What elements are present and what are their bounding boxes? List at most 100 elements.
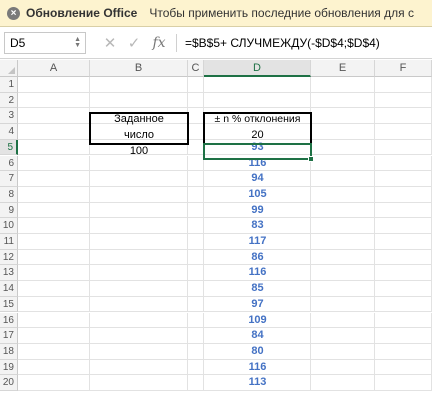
- row-header-10[interactable]: 10: [0, 218, 18, 234]
- grid-cell[interactable]: [311, 375, 375, 391]
- result-cell-d17[interactable]: 84: [204, 328, 311, 344]
- grid-cell[interactable]: [90, 343, 188, 360]
- grid-cell[interactable]: [311, 296, 375, 313]
- row-header-18[interactable]: 18: [0, 343, 18, 360]
- grid-cell[interactable]: [188, 343, 204, 360]
- select-all-corner[interactable]: [0, 60, 18, 77]
- grid-cell[interactable]: [311, 234, 375, 250]
- row-header-20[interactable]: 20: [0, 375, 18, 391]
- grid-cell[interactable]: [311, 92, 375, 109]
- grid-cell[interactable]: [311, 108, 375, 125]
- row-header-12[interactable]: 12: [0, 249, 18, 266]
- grid-cell[interactable]: [311, 139, 375, 156]
- grid-cell[interactable]: [90, 265, 188, 282]
- grid-cell[interactable]: [375, 92, 432, 109]
- row-header-19[interactable]: 19: [0, 359, 18, 376]
- formula-input[interactable]: =$B$5+ СЛУЧМЕЖДУ(-$D$4;$D$4): [185, 36, 380, 50]
- grid-cell[interactable]: [311, 124, 375, 140]
- grid-cell[interactable]: [311, 218, 375, 234]
- grid-cell[interactable]: [311, 281, 375, 297]
- name-box-stepper-icon[interactable]: ▲ ▼: [74, 36, 81, 49]
- grid-cell[interactable]: [18, 218, 90, 234]
- grid-cell[interactable]: [90, 218, 188, 234]
- grid-cell[interactable]: [18, 155, 90, 172]
- result-cell-d18[interactable]: 80: [204, 344, 311, 360]
- grid-cell[interactable]: [311, 77, 375, 93]
- grid-cell[interactable]: [204, 77, 311, 93]
- grid-cell[interactable]: [188, 218, 204, 234]
- grid-cell[interactable]: [18, 124, 90, 140]
- grid-cell[interactable]: [375, 186, 432, 203]
- row-header-6[interactable]: 6: [0, 155, 18, 172]
- grid-cell[interactable]: [375, 155, 432, 172]
- grid-cell[interactable]: [311, 202, 375, 219]
- grid-cell[interactable]: [18, 139, 90, 156]
- cell-b4[interactable]: число: [90, 128, 188, 144]
- grid-cell[interactable]: [18, 108, 90, 125]
- grid-cell[interactable]: [18, 77, 90, 93]
- grid-cell[interactable]: [18, 359, 90, 376]
- grid-cell[interactable]: [188, 312, 204, 329]
- grid-cell[interactable]: [18, 249, 90, 266]
- result-cell-d9[interactable]: 99: [204, 203, 311, 219]
- grid-cell[interactable]: [18, 171, 90, 187]
- grid-cell[interactable]: [90, 202, 188, 219]
- grid-cell[interactable]: [188, 249, 204, 266]
- result-cell-d14[interactable]: 85: [204, 281, 311, 297]
- grid-cell[interactable]: [90, 359, 188, 376]
- grid-cell[interactable]: [311, 343, 375, 360]
- grid-cell[interactable]: [188, 92, 204, 109]
- grid-cell[interactable]: [188, 124, 204, 140]
- row-header-13[interactable]: 13: [0, 265, 18, 282]
- result-cell-d19[interactable]: 116: [204, 360, 311, 376]
- row-header-9[interactable]: 9: [0, 202, 18, 219]
- grid-cell[interactable]: [188, 186, 204, 203]
- grid-cell[interactable]: [375, 124, 432, 140]
- cell-b5[interactable]: 100: [90, 144, 188, 160]
- grid-cell[interactable]: [375, 249, 432, 266]
- grid-cell[interactable]: [375, 77, 432, 93]
- grid-cell[interactable]: [18, 343, 90, 360]
- column-header-b[interactable]: B: [90, 60, 188, 77]
- grid-cell[interactable]: [188, 296, 204, 313]
- grid-cell[interactable]: [188, 234, 204, 250]
- row-header-14[interactable]: 14: [0, 281, 18, 297]
- grid-cell[interactable]: [311, 328, 375, 344]
- grid-cell[interactable]: [188, 202, 204, 219]
- grid-cell[interactable]: [188, 359, 204, 376]
- cell-d3[interactable]: ± n % отклонения: [204, 112, 311, 128]
- grid-cell[interactable]: [188, 171, 204, 187]
- grid-cell[interactable]: [18, 281, 90, 297]
- result-cell-d12[interactable]: 86: [204, 250, 311, 266]
- grid-cell[interactable]: [375, 296, 432, 313]
- grid-cell[interactable]: [311, 265, 375, 282]
- column-header-f[interactable]: F: [375, 60, 432, 77]
- row-header-2[interactable]: 2: [0, 92, 18, 109]
- result-cell-d15[interactable]: 97: [204, 297, 311, 313]
- check-icon[interactable]: ✓: [122, 34, 146, 52]
- grid-cell[interactable]: [311, 186, 375, 203]
- grid-cell[interactable]: [90, 234, 188, 250]
- result-cell-d11[interactable]: 117: [204, 234, 311, 250]
- grid-cell[interactable]: [188, 108, 204, 125]
- grid-cell[interactable]: [90, 312, 188, 329]
- cell-b3[interactable]: Заданное: [90, 112, 188, 128]
- result-cell-d13[interactable]: 116: [204, 265, 311, 281]
- insert-function-icon[interactable]: fx: [146, 35, 172, 51]
- result-cell-d7[interactable]: 94: [204, 171, 311, 187]
- grid-cell[interactable]: [311, 312, 375, 329]
- result-cell-d8[interactable]: 105: [204, 187, 311, 203]
- result-cell-d10[interactable]: 83: [204, 218, 311, 234]
- result-cell-d16[interactable]: 109: [204, 313, 311, 329]
- grid-cell[interactable]: [375, 218, 432, 234]
- row-header-3[interactable]: 3: [0, 108, 18, 125]
- row-header-17[interactable]: 17: [0, 328, 18, 344]
- grid-cell[interactable]: [18, 296, 90, 313]
- grid-cell[interactable]: [188, 265, 204, 282]
- grid-cell[interactable]: [90, 375, 188, 391]
- grid-cell[interactable]: [90, 171, 188, 187]
- grid-cell[interactable]: [18, 186, 90, 203]
- column-header-c[interactable]: C: [188, 60, 204, 77]
- grid-cell[interactable]: [311, 155, 375, 172]
- grid-cell[interactable]: [375, 108, 432, 125]
